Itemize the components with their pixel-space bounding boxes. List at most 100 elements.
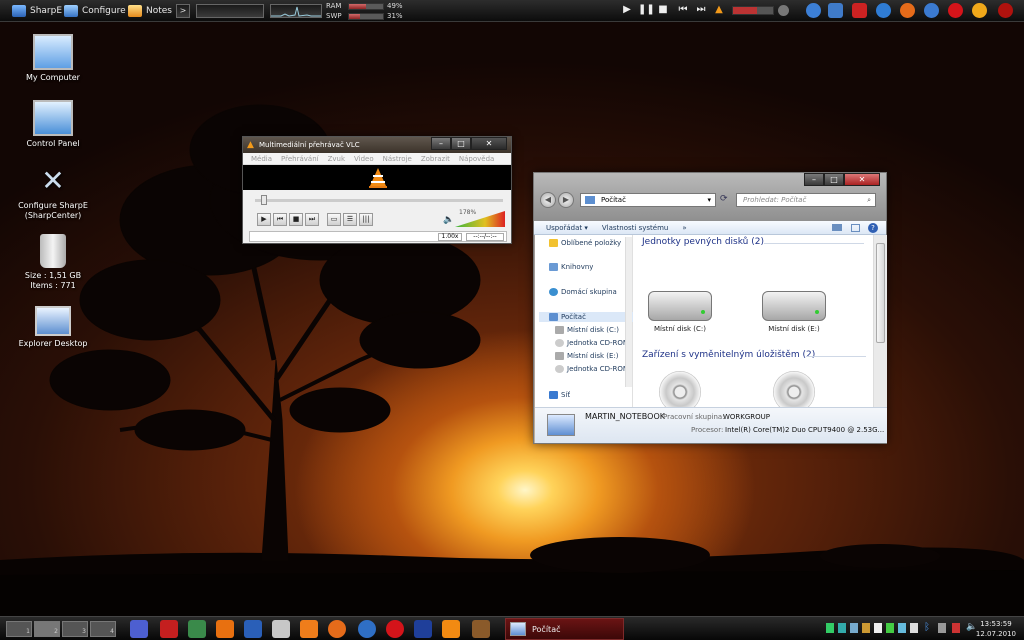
stop-icon[interactable]: ■ bbox=[656, 4, 670, 15]
configure-button[interactable]: Configure bbox=[64, 3, 126, 19]
menu-view[interactable]: Zobrazit bbox=[421, 155, 450, 163]
preview-pane-icon[interactable] bbox=[851, 224, 860, 232]
vlc-volume-slider[interactable]: 178% bbox=[455, 209, 505, 227]
view-options-icon[interactable] bbox=[832, 224, 842, 231]
search-input[interactable]: Prohledat: Počítač ⌕ bbox=[736, 193, 876, 207]
group-header-removable[interactable]: Zařízení s vyměnitelným úložištěm (2) bbox=[642, 350, 815, 360]
menu-video[interactable]: Video bbox=[354, 155, 374, 163]
opera-icon[interactable] bbox=[386, 620, 404, 638]
desktop-icon-explorer-desktop[interactable]: Explorer Desktop bbox=[8, 306, 98, 349]
vlc-seek-handle[interactable] bbox=[261, 195, 267, 205]
desktop-icon-control-panel[interactable]: Control Panel bbox=[8, 100, 98, 149]
terminal-icon[interactable]: > bbox=[176, 4, 190, 18]
opera-icon[interactable] bbox=[948, 3, 963, 18]
next-icon[interactable]: ⏭ bbox=[694, 4, 708, 15]
app-icon-gray[interactable] bbox=[272, 620, 290, 638]
drive-e[interactable]: Místní disk (E:) bbox=[754, 291, 834, 333]
internet-explorer-icon[interactable] bbox=[876, 3, 891, 18]
word-icon[interactable] bbox=[244, 620, 262, 638]
desktop-icon-my-computer[interactable]: My Computer bbox=[8, 34, 98, 83]
vlc-cone-icon[interactable]: ▲ bbox=[712, 4, 726, 15]
virtual-desktop-3[interactable]: 3 bbox=[62, 621, 88, 637]
nav-item-disk-c[interactable]: Místní disk (C:) bbox=[555, 326, 633, 334]
firefox-icon[interactable] bbox=[328, 620, 346, 638]
vlc-fullscreen-button[interactable]: ▭ bbox=[327, 213, 341, 226]
pause-icon[interactable]: ❚❚ bbox=[638, 4, 655, 15]
nav-item-libraries[interactable]: Knihovny bbox=[549, 263, 593, 271]
media-volume-slider[interactable] bbox=[732, 6, 774, 15]
notes-button[interactable]: Notes bbox=[128, 3, 172, 19]
sharpe-menu-button[interactable]: SharpE bbox=[12, 3, 62, 19]
nav-item-computer[interactable]: Počítač bbox=[539, 312, 633, 322]
app-icon-green[interactable] bbox=[188, 620, 206, 638]
nav-item-cdrom-2[interactable]: Jednotka CD-ROM bbox=[555, 365, 633, 373]
vlc-previous-button[interactable]: ⏮ bbox=[273, 213, 287, 226]
menu-audio[interactable]: Zvuk bbox=[328, 155, 345, 163]
previous-icon[interactable]: ⏮ bbox=[676, 4, 690, 15]
matlab-icon[interactable] bbox=[216, 620, 234, 638]
nav-item-favorites[interactable]: Oblíbené položky bbox=[549, 239, 621, 247]
thunderbird-icon[interactable] bbox=[924, 3, 939, 18]
help-icon[interactable]: ? bbox=[868, 223, 878, 233]
scrollbar-thumb[interactable] bbox=[876, 243, 885, 343]
maximize-button[interactable]: □ bbox=[451, 137, 471, 150]
tray-icon[interactable] bbox=[826, 623, 834, 633]
play-icon[interactable]: ▶ bbox=[620, 4, 634, 15]
run-command-input[interactable] bbox=[196, 4, 264, 18]
vlc-video-area[interactable] bbox=[243, 165, 511, 190]
search-icon[interactable] bbox=[806, 3, 821, 18]
minimize-button[interactable]: – bbox=[431, 137, 451, 150]
task-button-computer[interactable]: Počítač bbox=[505, 618, 624, 640]
tray-icon[interactable] bbox=[850, 623, 858, 633]
tray-icon[interactable] bbox=[862, 623, 870, 633]
organize-button[interactable]: Uspořádat ▾ bbox=[546, 224, 588, 232]
nav-item-disk-e[interactable]: Místní disk (E:) bbox=[555, 352, 633, 360]
tray-icon[interactable] bbox=[910, 623, 918, 633]
vlc-title-bar[interactable]: ▲ Multimediální přehrávač VLC – □ ✕ bbox=[243, 137, 511, 153]
bluetooth-icon[interactable]: ᛒ bbox=[924, 622, 930, 633]
vlc-speaker-icon[interactable]: 🔈 bbox=[443, 215, 454, 225]
app-icon[interactable] bbox=[828, 3, 843, 18]
menu-media[interactable]: Média bbox=[251, 155, 272, 163]
maximize-button[interactable]: □ bbox=[824, 173, 844, 186]
app-icon-yellow[interactable] bbox=[972, 3, 987, 18]
vlc-effects-button[interactable]: ||| bbox=[359, 213, 373, 226]
explorer-title-bar[interactable]: – □ ✕ ◀ ▶ Počítač ▾ ⟳ Prohledat: Počítač… bbox=[534, 173, 886, 221]
desktop-icon-configure-sharpe[interactable]: ✕ Configure SharpE (SharpCenter) bbox=[8, 164, 98, 221]
thunderbird-icon[interactable] bbox=[358, 620, 376, 638]
virtual-desktop-1[interactable]: 1 bbox=[6, 621, 32, 637]
chevron-down-icon[interactable]: ▾ bbox=[707, 194, 711, 206]
close-button[interactable]: ✕ bbox=[844, 173, 880, 186]
tray-icon[interactable] bbox=[838, 623, 846, 633]
tray-icon[interactable] bbox=[898, 623, 906, 633]
back-button[interactable]: ◀ bbox=[540, 192, 556, 208]
firefox-icon[interactable] bbox=[900, 3, 915, 18]
download-icon[interactable] bbox=[130, 620, 148, 638]
power-icon[interactable] bbox=[998, 3, 1013, 18]
vlc-stop-button[interactable]: ■ bbox=[289, 213, 303, 226]
forward-button[interactable]: ▶ bbox=[558, 192, 574, 208]
drive-c[interactable]: Místní disk (C:) bbox=[640, 291, 720, 333]
save-disk-icon[interactable] bbox=[414, 620, 432, 638]
tray-icon[interactable] bbox=[874, 623, 882, 633]
system-properties-button[interactable]: Vlastnosti systému bbox=[602, 224, 668, 232]
app-icon-brown[interactable] bbox=[472, 620, 490, 638]
virtual-desktop-2[interactable]: 2 bbox=[34, 621, 60, 637]
nav-item-network[interactable]: Síť bbox=[549, 391, 570, 399]
tray-icon[interactable] bbox=[938, 623, 946, 633]
app-icon-red[interactable] bbox=[852, 3, 867, 18]
more-commands-button[interactable]: » bbox=[682, 224, 686, 232]
nav-scrollbar[interactable] bbox=[625, 237, 632, 387]
nav-item-cdrom-1[interactable]: Jednotka CD-ROM bbox=[555, 339, 633, 347]
menu-tools[interactable]: Nástroje bbox=[383, 155, 412, 163]
menu-playback[interactable]: Přehrávání bbox=[281, 155, 319, 163]
vlc-playlist-button[interactable]: ☰ bbox=[343, 213, 357, 226]
tray-icon[interactable] bbox=[886, 623, 894, 633]
app-icon-orange[interactable] bbox=[300, 620, 318, 638]
virtual-desktop-4[interactable]: 4 bbox=[90, 621, 116, 637]
speaker-icon[interactable] bbox=[778, 5, 789, 16]
vlc-play-button[interactable]: ▶ bbox=[257, 213, 271, 226]
vlc-speed-label[interactable]: 1.00x bbox=[438, 233, 462, 241]
refresh-icon[interactable]: ⟳ bbox=[720, 194, 728, 204]
content-scrollbar[interactable] bbox=[873, 235, 887, 407]
